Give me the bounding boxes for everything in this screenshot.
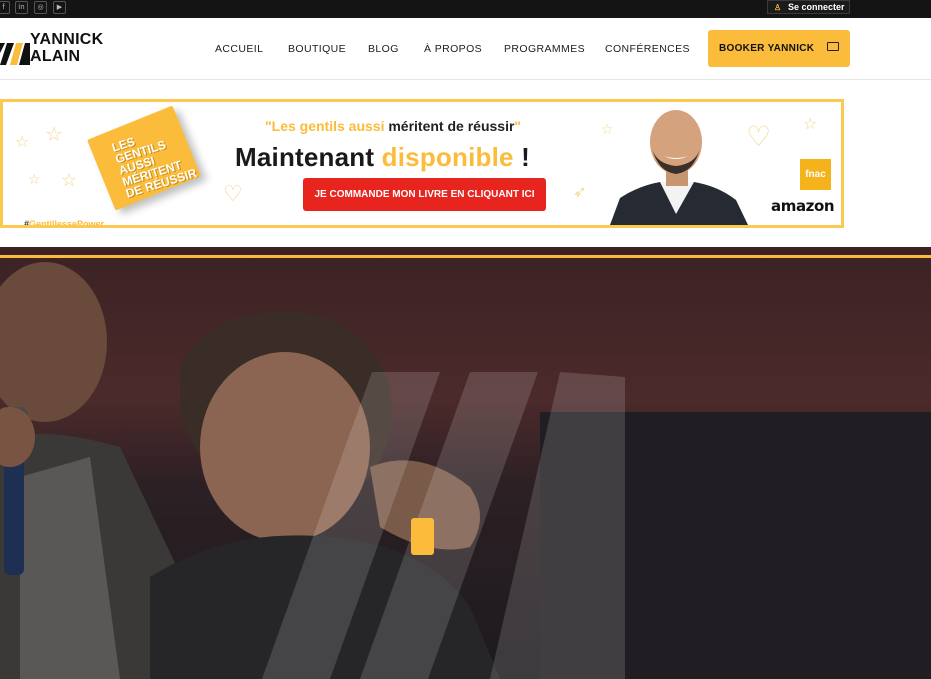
ticket-icon	[827, 42, 839, 51]
instagram-icon[interactable]: ◎	[34, 1, 47, 14]
login-label: Se connecter	[788, 2, 845, 12]
star-icon: ☆	[28, 172, 41, 188]
rocket-icon: ➶	[573, 182, 587, 201]
star-icon: ☆	[803, 114, 818, 133]
linkedin-icon[interactable]: in	[15, 1, 28, 14]
book-cover-title: LES GENTILS AUSSI MÉRITENT DE RÉUSSIR	[110, 134, 199, 201]
quote-close: "	[514, 118, 522, 134]
hero-video-frame	[0, 247, 931, 679]
nav-conferences[interactable]: CONFÉRENCES	[605, 18, 690, 80]
booker-label: BOOKER YANNICK	[719, 43, 815, 54]
site-logo[interactable]: YANNICK ALAIN	[0, 31, 125, 67]
headline-highlight: disponible	[381, 142, 514, 172]
booker-yannick-button[interactable]: BOOKER YANNICK	[708, 30, 850, 67]
order-book-button[interactable]: JE COMMANDE MON LIVRE EN CLIQUANT ICI	[303, 178, 546, 211]
quote-rest: méritent de réussir	[384, 118, 515, 134]
nav-programmes[interactable]: PROGRAMMES	[504, 18, 585, 80]
logo-text: YANNICK ALAIN	[30, 31, 104, 65]
hero-video[interactable]	[0, 247, 931, 679]
nav-accueil[interactable]: ACCUEIL	[215, 18, 263, 80]
logo-line-1: YANNICK	[30, 31, 104, 48]
banner-headline: Maintenant disponible !	[235, 142, 530, 173]
heart-icon: ♡	[223, 182, 243, 207]
logo-mark-icon	[0, 43, 30, 65]
fnac-logo[interactable]: fnac	[800, 159, 831, 190]
nav-boutique[interactable]: BOUTIQUE	[288, 18, 346, 80]
star-icon: ☆	[45, 122, 63, 146]
star-icon: ☆	[61, 170, 78, 191]
nav-a-propos[interactable]: À PROPOS	[424, 18, 482, 80]
quote-highlight: Les gentils aussi	[271, 118, 385, 134]
headline-end: !	[513, 142, 530, 172]
hashtag: #GentillessePower	[21, 219, 108, 228]
logo-line-2: ALAIN	[30, 48, 81, 65]
headline-main: Maintenant	[235, 142, 382, 172]
banner-quote: "Les gentils aussi méritent de réussir"	[265, 118, 521, 134]
star-icon: ☆	[15, 132, 30, 151]
facebook-icon[interactable]: f	[0, 1, 10, 14]
nav-blog[interactable]: BLOG	[368, 18, 399, 80]
play-icon[interactable]	[411, 518, 434, 555]
book-promo-banner[interactable]: ☆ ☆ ☆ ☆ ♡ ➶ ☆ ♡ ☆ LES GENTILS AUSSI MÉRI…	[0, 99, 844, 228]
top-bar: f in ◎ ▶ ♙ Se connecter	[0, 0, 931, 18]
login-button[interactable]: ♙ Se connecter	[767, 0, 850, 14]
youtube-icon[interactable]: ▶	[53, 1, 66, 14]
hashtag-text: GentillessePower	[29, 219, 105, 228]
hero-accent-bar	[0, 255, 931, 258]
site-header: YANNICK ALAIN ACCUEIL BOUTIQUE BLOG À PR…	[0, 18, 931, 80]
quote-open: "	[265, 118, 272, 134]
amazon-logo[interactable]: amazon	[771, 197, 835, 215]
book-cover-image: LES GENTILS AUSSI MÉRITENT DE RÉUSSIR	[87, 105, 201, 211]
author-photo	[610, 110, 748, 225]
user-icon: ♙	[774, 3, 782, 12]
